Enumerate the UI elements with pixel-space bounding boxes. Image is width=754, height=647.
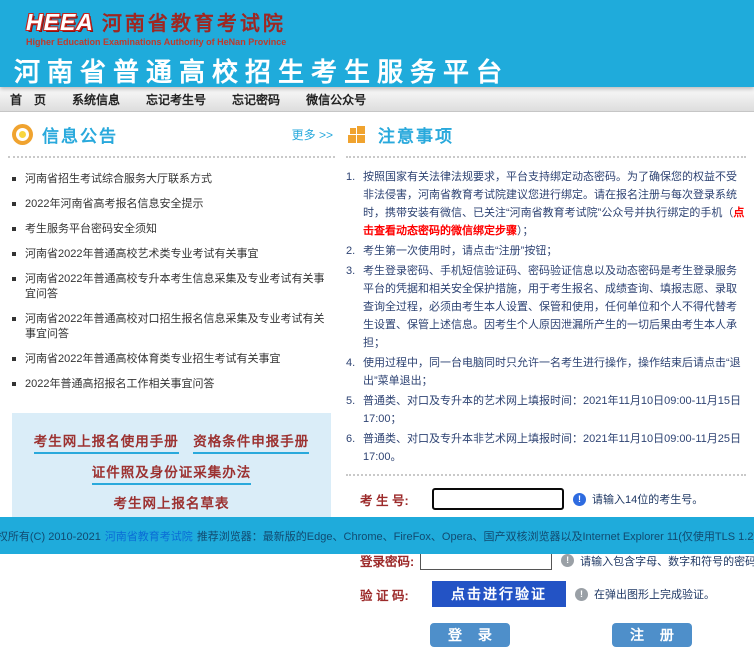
password-hint: 请输入包含字母、数字和符号的密码。 [580, 553, 754, 569]
note-number: 2. [346, 242, 355, 260]
note-item: 2. 考生第一次使用时，请点击“注册”按钮； [346, 242, 746, 260]
notice-item[interactable]: 2022年普通高招报名工作相关事宜问答 [8, 372, 335, 397]
nav-item-forgot-candidate-id[interactable]: 忘记考生号 [146, 91, 206, 108]
handbook-links-box: 考生网上报名使用手册 资格条件申报手册 证件照及身份证采集办法 考生网上报名草表 [12, 413, 331, 529]
copyright-text: 版权所有(C) 2010-2021 [0, 528, 101, 544]
footer: 版权所有(C) 2010-2021 河南省教育考试院 推荐浏览器：最新版的Edg… [0, 517, 754, 554]
note-text: 使用过程中，同一台电脑同时只允许一名考生进行操作，操作结束后请点击“退出”菜单退… [363, 357, 741, 387]
note-item: 3. 考生登录密码、手机短信验证码、密码验证信息以及动态密码是考生登录服务平台的凭… [346, 262, 746, 352]
form-actions: 登 录 注 册 [346, 623, 746, 647]
notes-panel: 注意事项 1. 按照国家有关法律法规要求，平台支持绑定动态密码。为了确保您的权益不… [346, 120, 746, 647]
login-button[interactable]: 登 录 [430, 623, 510, 647]
notice-item[interactable]: 河南省招生考试综合服务大厅联系方式 [8, 167, 335, 192]
browser-recommendation-text: 推荐浏览器：最新版的Edge、Chrome、FireFox、Opera、国产双核… [197, 528, 754, 544]
notice-item[interactable]: 河南省2022年普通高校对口招生报名信息采集及专业考试有关事宜问答 [8, 307, 335, 347]
note-number: 1. [346, 168, 355, 186]
info-icon [561, 554, 574, 567]
header-banner: HEEA 河南省教育考试院 Higher Education Examinati… [0, 0, 754, 87]
note-item: 4. 使用过程中，同一台电脑同时只允许一名考生进行操作，操作结束后请点击“退出”菜… [346, 354, 746, 390]
org-name: 河南省教育考试院 [102, 7, 286, 36]
login-form: 考 生 号: 请输入14位的考生号。 证件号码: 请输入身份证号码。 登录密码:… [346, 488, 746, 647]
note-text: 考生第一次使用时，请点击“注册”按钮； [363, 245, 557, 257]
bullseye-icon [16, 128, 29, 141]
notices-header: 信息公告 更多 >> [8, 120, 335, 158]
info-icon [573, 493, 586, 506]
nav-item-system-info[interactable]: 系统信息 [72, 91, 120, 108]
notices-panel: 信息公告 更多 >> 河南省招生考试综合服务大厅联系方式 2022年河南省高考报… [8, 120, 335, 529]
notes-list: 1. 按照国家有关法律法规要求，平台支持绑定动态密码。为了确保您的权益不受非法侵害… [346, 168, 746, 476]
notices-title: 信息公告 [42, 122, 118, 147]
link-registration-manual[interactable]: 考生网上报名使用手册 [34, 430, 179, 454]
note-text: 普通类、对口及专升本非艺术网上填报时间：2021年11月10日09:00-11月… [363, 433, 741, 463]
candidate-id-input[interactable] [432, 488, 564, 510]
captcha-hint: 在弹出图形上完成验证。 [594, 586, 715, 602]
register-button[interactable]: 注 册 [612, 623, 692, 647]
site-title: 河南省普通高校招生考生服务平台 [14, 52, 744, 89]
note-text: ）； [517, 225, 534, 237]
main-content: 信息公告 更多 >> 河南省招生考试综合服务大厅联系方式 2022年河南省高考报… [0, 112, 754, 517]
grid-squares-icon [348, 126, 365, 143]
notes-title: 注意事项 [378, 122, 454, 147]
heea-logo-icon: HEEA [26, 9, 94, 36]
main-nav: 首 页 系统信息 忘记考生号 忘记密码 微信公众号 [0, 87, 754, 112]
more-link[interactable]: 更多 >> [292, 126, 333, 143]
notice-item[interactable]: 河南省2022年普通高校艺术类专业考试有关事宜 [8, 242, 335, 267]
candidate-id-row: 考 生 号: 请输入14位的考生号。 [346, 488, 746, 510]
candidate-id-hint: 请输入14位的考生号。 [592, 491, 703, 507]
link-photo-id-collection[interactable]: 证件照及身份证采集办法 [92, 461, 252, 485]
footer-org-link[interactable]: 河南省教育考试院 [105, 528, 193, 544]
link-draft-form[interactable]: 考生网上报名草表 [114, 492, 230, 514]
note-text: 普通类、对口及专升本的艺术网上填报时间：2021年11月10日09:00-11月… [363, 395, 741, 425]
nav-item-forgot-password[interactable]: 忘记密码 [232, 91, 280, 108]
notes-header: 注意事项 [346, 120, 746, 158]
link-qualification-manual[interactable]: 资格条件申报手册 [193, 430, 309, 454]
notice-item[interactable]: 河南省2022年普通高校专升本考生信息采集及专业考试有关事宜问答 [8, 267, 335, 307]
nav-item-home[interactable]: 首 页 [10, 91, 46, 108]
candidate-id-label: 考 生 号: [360, 490, 426, 509]
note-text: 考生登录密码、手机短信验证码、密码验证信息以及动态密码是考生登录服务平台的凭据和… [363, 265, 737, 349]
note-item: 6. 普通类、对口及专升本非艺术网上填报时间：2021年11月10日09:00-1… [346, 430, 746, 466]
notice-item[interactable]: 考生服务平台密码安全须知 [8, 217, 335, 242]
nav-item-wechat-account[interactable]: 微信公众号 [306, 91, 366, 108]
info-icon [575, 588, 588, 601]
note-item: 5. 普通类、对口及专升本的艺术网上填报时间：2021年11月10日09:00-1… [346, 392, 746, 428]
org-name-english: Higher Education Examinations Authority … [26, 37, 744, 47]
notice-list: 河南省招生考试综合服务大厅联系方式 2022年河南省高考报名信息安全提示 考生服… [8, 167, 335, 397]
note-number: 5. [346, 392, 355, 410]
note-number: 4. [346, 354, 355, 372]
captcha-label: 验 证 码: [360, 585, 426, 604]
note-item: 1. 按照国家有关法律法规要求，平台支持绑定动态密码。为了确保您的权益不受非法侵害… [346, 168, 746, 240]
note-number: 3. [346, 262, 355, 280]
notice-item[interactable]: 河南省2022年普通高校体育类专业招生考试有关事宜 [8, 347, 335, 372]
note-number: 6. [346, 430, 355, 448]
note-text: 按照国家有关法律法规要求，平台支持绑定动态密码。为了确保您的权益不受非法侵害，河… [363, 171, 737, 219]
notice-item[interactable]: 2022年河南省高考报名信息安全提示 [8, 192, 335, 217]
captcha-verify-button[interactable]: 点击进行验证 [432, 581, 566, 607]
captcha-row: 验 证 码: 点击进行验证 在弹出图形上完成验证。 [346, 581, 746, 607]
